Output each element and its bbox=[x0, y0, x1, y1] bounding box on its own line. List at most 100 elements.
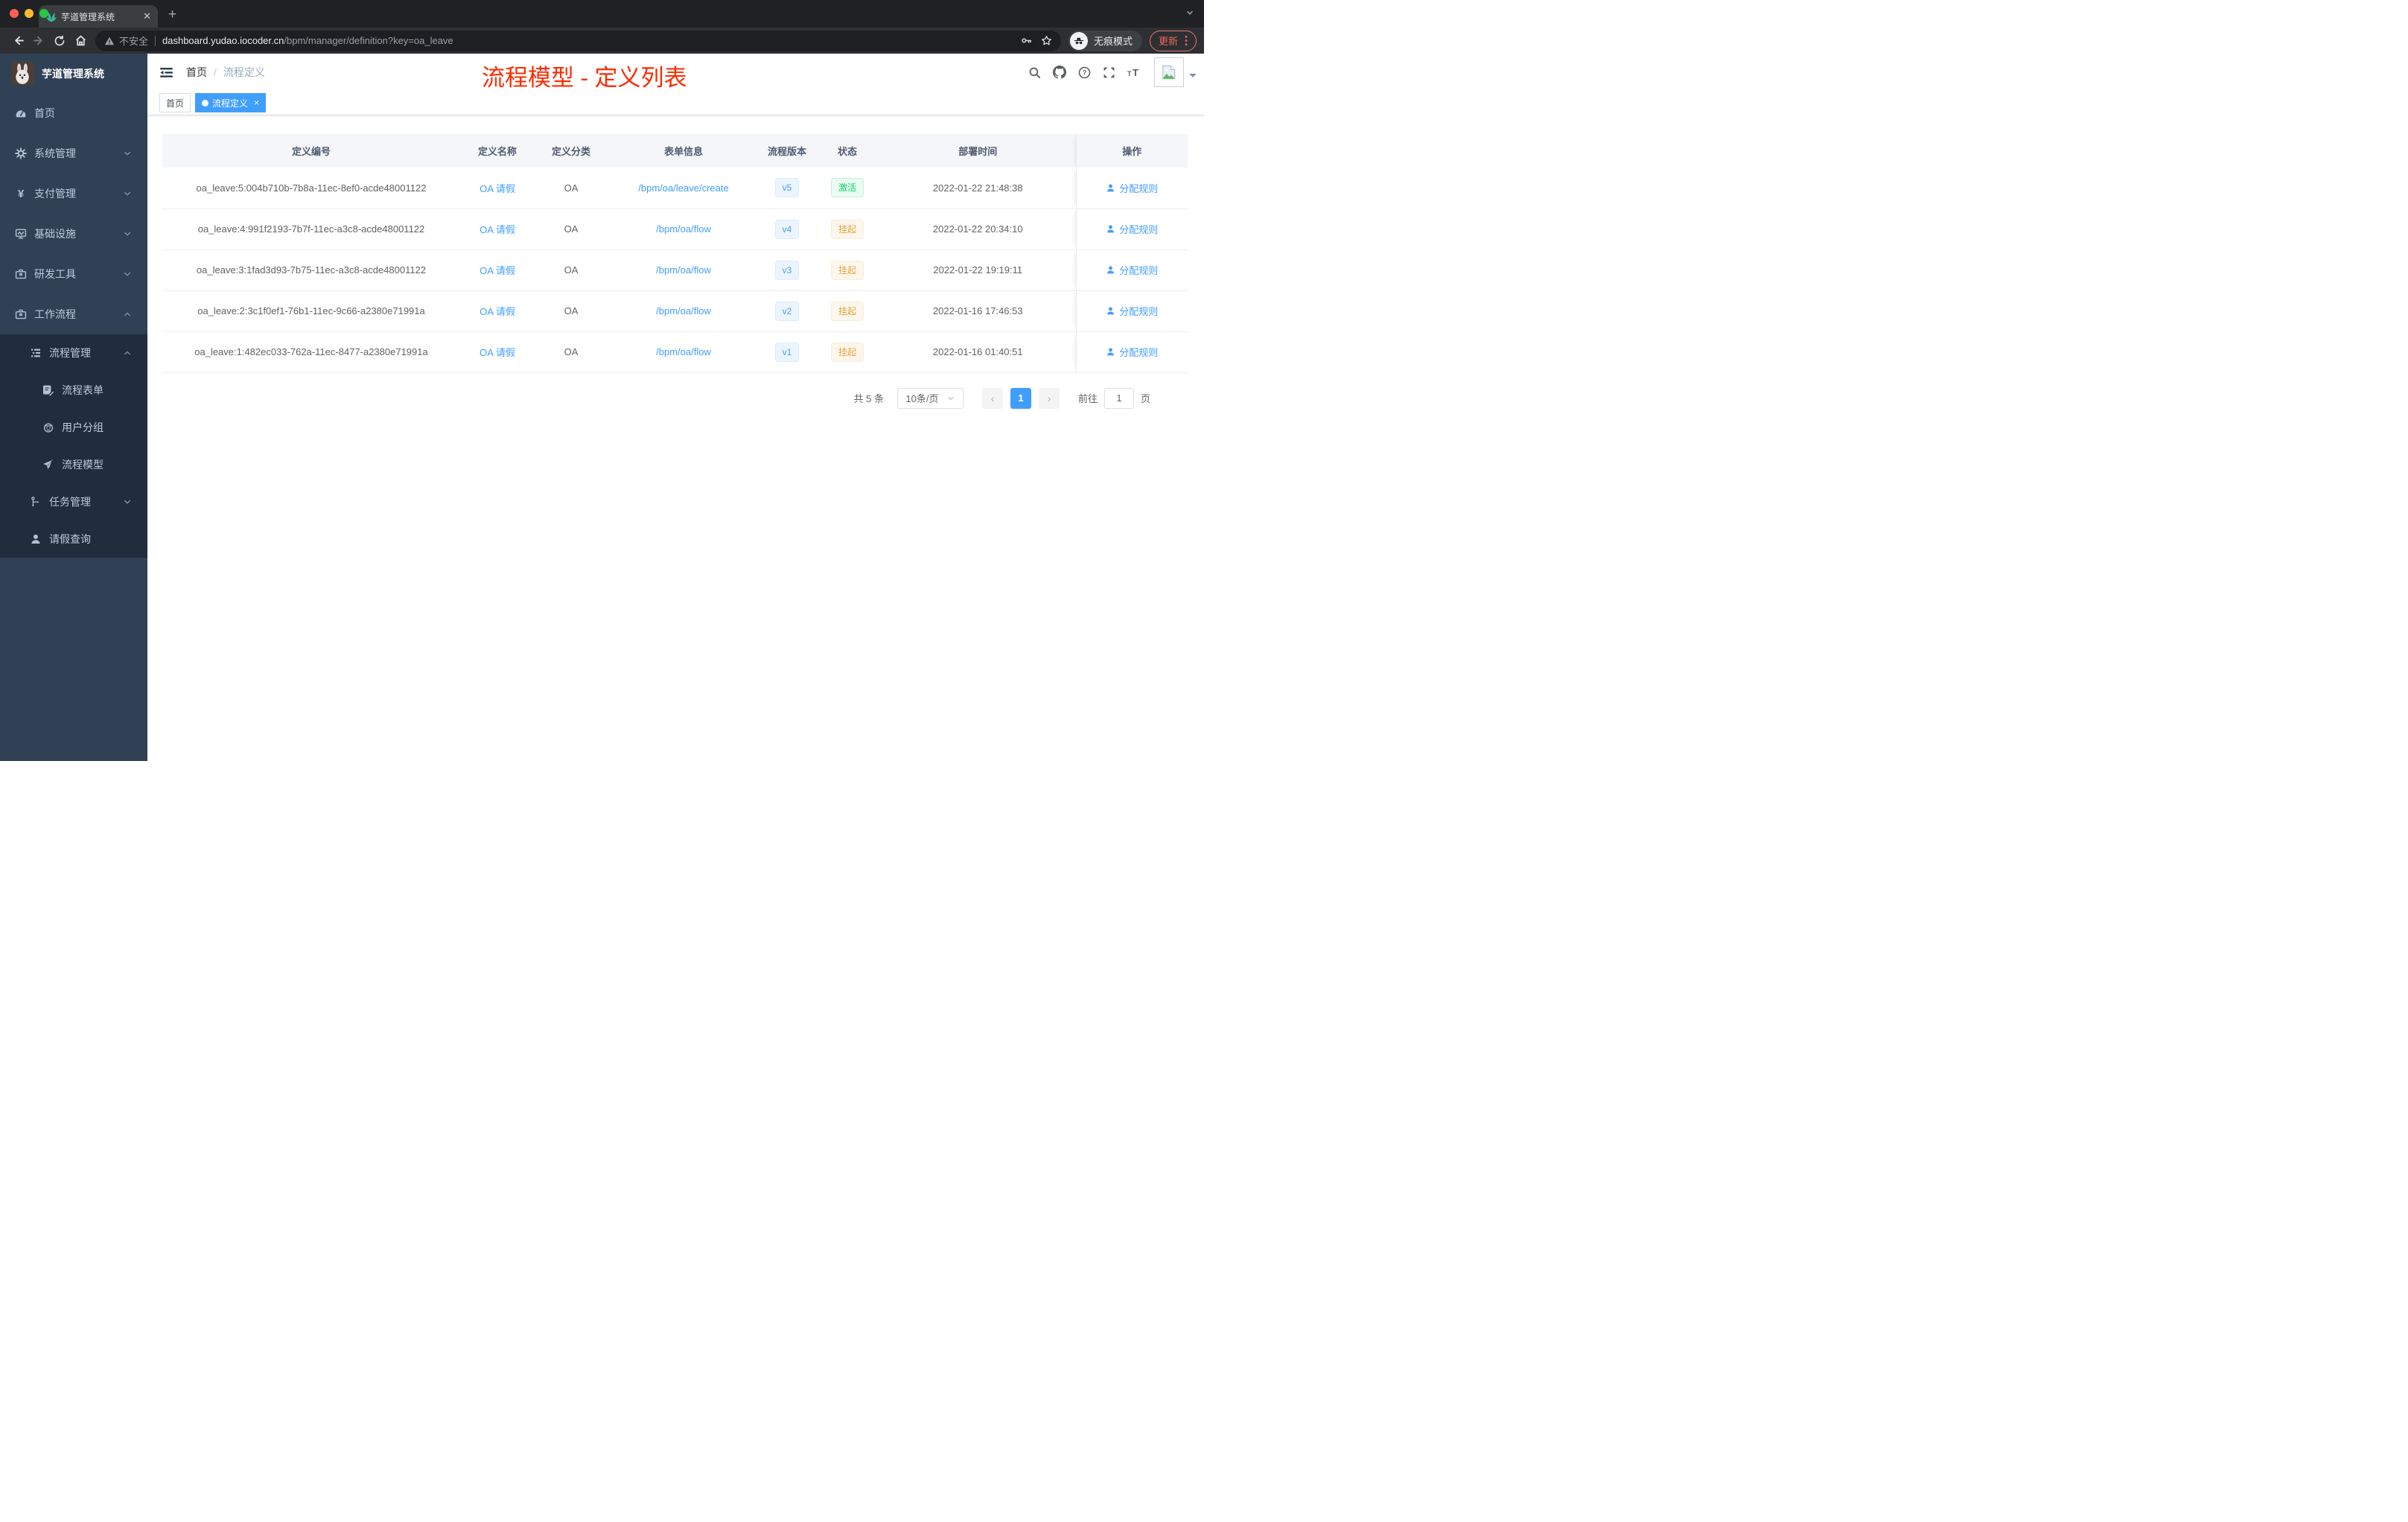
page-number-button[interactable]: 1 bbox=[1010, 387, 1031, 409]
version-cell: v5 bbox=[759, 168, 815, 209]
url-bar[interactable]: 不安全 dashboard.yudao.iocoder.cn/bpm/manag… bbox=[95, 30, 1061, 51]
bookmark-star-icon[interactable] bbox=[1041, 35, 1052, 46]
definition-name-link[interactable]: OA 请假 bbox=[480, 306, 515, 317]
window-controls[interactable] bbox=[10, 9, 48, 18]
definition-name-link[interactable]: OA 请假 bbox=[480, 347, 515, 358]
form-link[interactable]: /bpm/oa/leave/create bbox=[638, 182, 728, 194]
assign-rule-link[interactable]: 分配规则 bbox=[1106, 345, 1158, 359]
definition-id: oa_leave:5:004b710b-7b8a-11ec-8ef0-acde4… bbox=[196, 182, 427, 194]
definition-name-cell: OA 请假 bbox=[460, 331, 535, 373]
definition-name-link[interactable]: OA 请假 bbox=[480, 224, 515, 235]
key-icon[interactable] bbox=[1021, 35, 1032, 46]
assign-rule-link[interactable]: 分配规则 bbox=[1106, 181, 1158, 195]
status-cell: 挂起 bbox=[815, 249, 880, 291]
table-row: oa_leave:1:482ec033-762a-11ec-8477-a2380… bbox=[162, 331, 1188, 373]
search-icon[interactable] bbox=[1028, 66, 1041, 79]
page-size-value: 10条/页 bbox=[905, 393, 939, 404]
incognito-badge: 无痕模式 bbox=[1068, 30, 1142, 51]
sidebar-item-label: 流程模型 bbox=[62, 459, 103, 471]
sidebar-item-yen[interactable]: ¥ 支付管理 bbox=[0, 173, 147, 214]
reload-button[interactable] bbox=[49, 31, 70, 51]
sidebar-item-user[interactable]: 请假查询 bbox=[0, 520, 147, 558]
browser-window: 芋道管理系统 ✕ + 不安全 dashboard.yudao.iocoder.c… bbox=[0, 0, 1204, 761]
home-button[interactable] bbox=[70, 31, 91, 51]
column-header: 表单信息 bbox=[608, 134, 759, 168]
caret-down-icon[interactable] bbox=[1189, 74, 1197, 81]
person-icon bbox=[1106, 347, 1115, 357]
url-path: /bpm/manager/definition?key=oa_leave bbox=[284, 35, 453, 46]
tab-close-icon[interactable]: ✕ bbox=[143, 10, 151, 22]
sidebar-item-form[interactable]: 流程表单 bbox=[0, 372, 147, 409]
form-link[interactable]: /bpm/oa/flow bbox=[656, 346, 711, 357]
table-row: oa_leave:2:3c1f0ef1-76b1-11ec-9c66-a2380… bbox=[162, 290, 1188, 332]
incognito-icon bbox=[1069, 31, 1088, 50]
font-size-icon[interactable]: TT bbox=[1127, 66, 1141, 79]
pagination: 共 5 条 10条/页 ‹ 1 › 前往 页 bbox=[162, 387, 1150, 409]
goto-page-input[interactable] bbox=[1103, 387, 1134, 409]
deploy-time-cell: 2022-01-22 20:34:10 bbox=[880, 208, 1076, 250]
sidebar-item-list[interactable]: 流程管理 bbox=[0, 334, 147, 372]
sidebar-item-robot[interactable]: 用户分组 bbox=[0, 409, 147, 446]
page-content: 定义编号 定义名称 定义分类 表单信息 流程版本 状态 部署时间 操作 oa_leave:5:… bbox=[147, 115, 1204, 409]
definition-name-link[interactable]: OA 请假 bbox=[480, 265, 515, 276]
github-icon[interactable] bbox=[1053, 66, 1066, 79]
minimize-window-button[interactable] bbox=[25, 9, 34, 18]
tag-close-icon[interactable]: × bbox=[254, 98, 259, 108]
fullscreen-icon[interactable] bbox=[1103, 66, 1115, 79]
page-size-select[interactable]: 10条/页 bbox=[896, 387, 963, 409]
form-link[interactable]: /bpm/oa/flow bbox=[656, 264, 711, 276]
action-cell: 分配规则 bbox=[1075, 208, 1188, 250]
person-icon bbox=[1106, 183, 1115, 193]
close-window-button[interactable] bbox=[10, 9, 19, 18]
help-icon[interactable]: ? bbox=[1078, 66, 1091, 79]
tab-title: 芋道管理系统 bbox=[61, 11, 115, 22]
assign-rule-label: 分配规则 bbox=[1119, 306, 1159, 317]
tab-list-chevron-icon[interactable] bbox=[1185, 7, 1195, 22]
assign-rule-link[interactable]: 分配规则 bbox=[1106, 304, 1158, 318]
sidebar-item-toolbox[interactable]: 研发工具 bbox=[0, 254, 147, 294]
browser-tab[interactable]: 芋道管理系统 ✕ bbox=[39, 5, 158, 28]
list-icon bbox=[30, 347, 42, 359]
column-header: 状态 bbox=[815, 134, 880, 168]
tree-icon bbox=[30, 496, 42, 508]
sidebar-item-tree[interactable]: 任务管理 bbox=[0, 483, 147, 520]
assign-rule-link[interactable]: 分配规则 bbox=[1106, 263, 1158, 277]
version-cell: v2 bbox=[759, 290, 815, 332]
forward-button[interactable] bbox=[28, 31, 49, 51]
back-button[interactable] bbox=[7, 31, 28, 51]
next-page-button[interactable]: › bbox=[1038, 387, 1060, 409]
sidebar-collapse-icon[interactable] bbox=[159, 66, 173, 80]
chevron-down-icon bbox=[123, 497, 132, 506]
definition-name-link[interactable]: OA 请假 bbox=[480, 183, 515, 194]
user-avatar[interactable] bbox=[1154, 57, 1184, 87]
form-icon bbox=[42, 384, 54, 396]
assign-rule-link[interactable]: 分配规则 bbox=[1106, 222, 1158, 236]
sidebar-item-gear[interactable]: 系统管理 bbox=[0, 133, 147, 173]
category-label: OA bbox=[564, 346, 579, 357]
breadcrumb-home[interactable]: 首页 bbox=[186, 65, 207, 80]
sidebar-item-monitor[interactable]: 基础设施 bbox=[0, 214, 147, 254]
sidebar-item-send[interactable]: 流程模型 bbox=[0, 446, 147, 483]
chevron-down-icon bbox=[123, 229, 132, 238]
action-cell: 分配规则 bbox=[1075, 331, 1188, 373]
new-tab-button[interactable]: + bbox=[168, 7, 176, 23]
form-link[interactable]: /bpm/oa/flow bbox=[656, 305, 711, 316]
tag-inactive[interactable]: 首页 bbox=[159, 93, 191, 112]
svg-text:T: T bbox=[1127, 70, 1132, 77]
table-header-row: 定义编号 定义名称 定义分类 表单信息 流程版本 状态 部署时间 操作 bbox=[162, 134, 1188, 168]
sidebar-logo[interactable]: 芋道管理系统 bbox=[0, 54, 147, 93]
definition-id: oa_leave:1:482ec033-762a-11ec-8477-a2380… bbox=[194, 346, 428, 357]
tag-active[interactable]: 流程定义 × bbox=[195, 93, 267, 112]
sidebar-item-dashboard[interactable]: 首页 bbox=[0, 93, 147, 133]
update-menu-button[interactable]: 更新 bbox=[1149, 30, 1197, 51]
goto-label: 前往 bbox=[1077, 393, 1098, 404]
sidebar-item-briefcase[interactable]: 工作流程 bbox=[0, 294, 147, 334]
form-link[interactable]: /bpm/oa/flow bbox=[656, 223, 711, 235]
breadcrumb: 首页 / 流程定义 bbox=[186, 65, 265, 80]
zoom-window-button[interactable] bbox=[39, 9, 48, 18]
action-cell: 分配规则 bbox=[1075, 249, 1188, 291]
security-warning[interactable]: 不安全 bbox=[104, 34, 148, 48]
category-cell: OA bbox=[535, 290, 608, 332]
prev-page-button[interactable]: ‹ bbox=[981, 387, 1003, 409]
definition-id-cell: oa_leave:3:1fad3d93-7b75-11ec-a3c8-acde4… bbox=[162, 249, 460, 291]
